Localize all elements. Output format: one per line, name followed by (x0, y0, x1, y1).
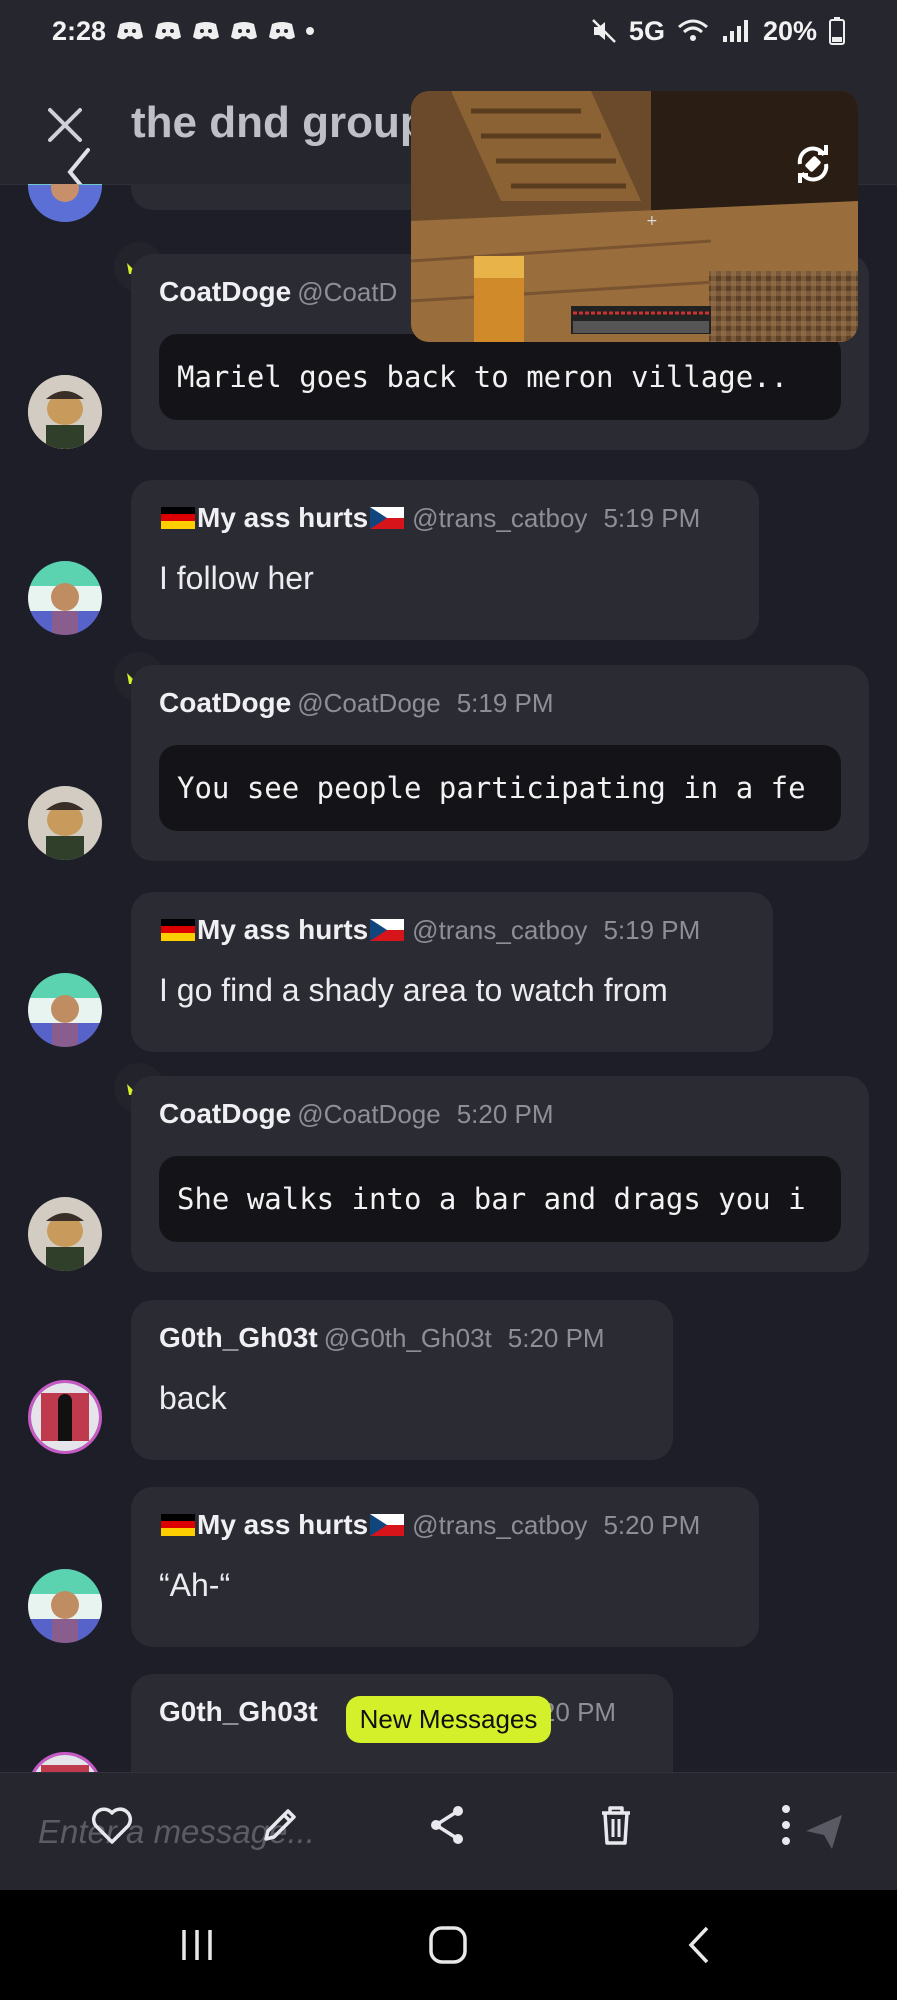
avatar[interactable] (28, 561, 102, 635)
message-author[interactable]: My ass hurts (197, 914, 368, 945)
message-author[interactable]: CoatDoge (159, 1098, 291, 1129)
message-composer (0, 1772, 897, 1891)
message-bubble[interactable]: My ass hurts @trans_catboy 5:19 PM I follo… (131, 480, 759, 640)
rotate-icon[interactable] (788, 139, 838, 189)
network-type: 5G (628, 15, 665, 46)
message-code-text: You see people participating in a fe (159, 745, 841, 831)
czech-flag-icon (370, 507, 405, 529)
message-handle[interactable]: @trans_catboy (412, 915, 587, 945)
message-author[interactable]: G0th_Gh03t (159, 1322, 318, 1353)
czech-flag-icon (370, 919, 405, 941)
chat-title: the dnd group (131, 98, 411, 147)
battery-percent: 20% (762, 15, 817, 46)
message-time: 5:20 PM (456, 1099, 554, 1129)
video-pip[interactable]: + (411, 91, 858, 342)
recent-apps-icon[interactable] (172, 1920, 222, 1970)
avatar[interactable] (28, 1569, 102, 1643)
message-bubble[interactable]: My ass hurts @trans_catboy 5:20 PM “Ah-“ (131, 1487, 759, 1647)
home-icon[interactable] (423, 1920, 473, 1970)
avatar[interactable] (28, 786, 102, 860)
avatar[interactable] (28, 973, 102, 1047)
message-handle[interactable]: @trans_catboy (412, 1510, 587, 1540)
minecraft-video-frame: + (411, 91, 858, 342)
message-handle[interactable]: @CoatD (297, 277, 397, 307)
avatar[interactable] (28, 1380, 102, 1454)
germany-flag-icon (161, 919, 195, 941)
avatar[interactable] (28, 1752, 102, 1772)
message-handle[interactable]: @trans_catboy (412, 503, 587, 533)
more-notifications-dot (306, 27, 315, 35)
svg-text:+: + (646, 213, 658, 229)
message-time: 5:19 PM (603, 915, 701, 945)
avatar[interactable] (28, 375, 102, 449)
trash-icon[interactable] (592, 1801, 640, 1849)
message-author[interactable]: My ass hurts (197, 1509, 368, 1540)
germany-flag-icon (161, 1514, 195, 1536)
wifi-icon (677, 19, 708, 41)
avatar[interactable] (28, 1197, 102, 1271)
status-time: 2:28 (52, 15, 107, 46)
send-icon[interactable] (800, 1807, 848, 1855)
discord-notification-icon (193, 22, 220, 40)
message-time: 5:19 PM (456, 688, 554, 718)
message-author[interactable]: CoatDoge (159, 276, 291, 307)
message-author[interactable]: CoatDoge (159, 687, 291, 718)
message-bubble[interactable]: CoatDoge @CoatDoge 5:20 PM She walks into … (131, 1076, 869, 1272)
message-bubble[interactable]: My ass hurts @trans_catboy 5:19 PM I go fi… (131, 892, 773, 1052)
message-handle[interactable]: @CoatDoge (297, 1099, 440, 1129)
message-bubble[interactable]: G0th_Gh03t @G0th_Gh03t 5:20 PM back (131, 1300, 673, 1460)
message-author[interactable]: My ass hurts (197, 502, 368, 533)
message-bubble[interactable] (131, 184, 431, 210)
new-messages-button[interactable]: New Messages (346, 1696, 551, 1743)
message-text: “Ah-“ (159, 1567, 231, 1603)
message-time: 5:19 PM (603, 503, 701, 533)
message-list[interactable]: CoatDoge @CoatD Mariel goes back to meron… (0, 184, 897, 1772)
discord-notification-icon (155, 22, 182, 40)
back-icon[interactable] (675, 1920, 725, 1970)
system-nav-bar (0, 1890, 897, 2000)
discord-notification-icon (117, 22, 144, 40)
message-text: back (159, 1380, 227, 1416)
message-code-text: Mariel goes back to meron village.. (159, 334, 841, 420)
status-bar: 2:28 5G 20% (0, 0, 897, 62)
message-time: 5:20 PM (507, 1323, 605, 1353)
heart-icon[interactable] (88, 1801, 136, 1849)
message-bubble[interactable]: CoatDoge @CoatDoge 5:19 PM You see people … (131, 665, 869, 861)
message-code-text: She walks into a bar and drags you i (159, 1156, 841, 1242)
message-time: 5:20 PM (603, 1510, 701, 1540)
edit-pencil-icon[interactable] (256, 1801, 304, 1849)
message-handle[interactable]: @CoatDoge (297, 688, 440, 718)
message-text: I go find a shady area to watch from (159, 972, 668, 1008)
message-author[interactable]: G0th_Gh03t (159, 1696, 318, 1727)
message-handle[interactable]: @G0th_Gh03t (324, 1323, 492, 1353)
germany-flag-icon (161, 507, 195, 529)
mute-icon (592, 19, 616, 43)
discord-notification-icon (231, 22, 258, 40)
discord-notification-icon (269, 22, 296, 40)
battery-icon (829, 17, 845, 45)
share-icon[interactable] (424, 1801, 472, 1849)
avatar[interactable] (28, 184, 102, 222)
message-text: I follow her (159, 560, 314, 596)
czech-flag-icon (370, 1514, 405, 1536)
signal-icon (722, 20, 748, 42)
